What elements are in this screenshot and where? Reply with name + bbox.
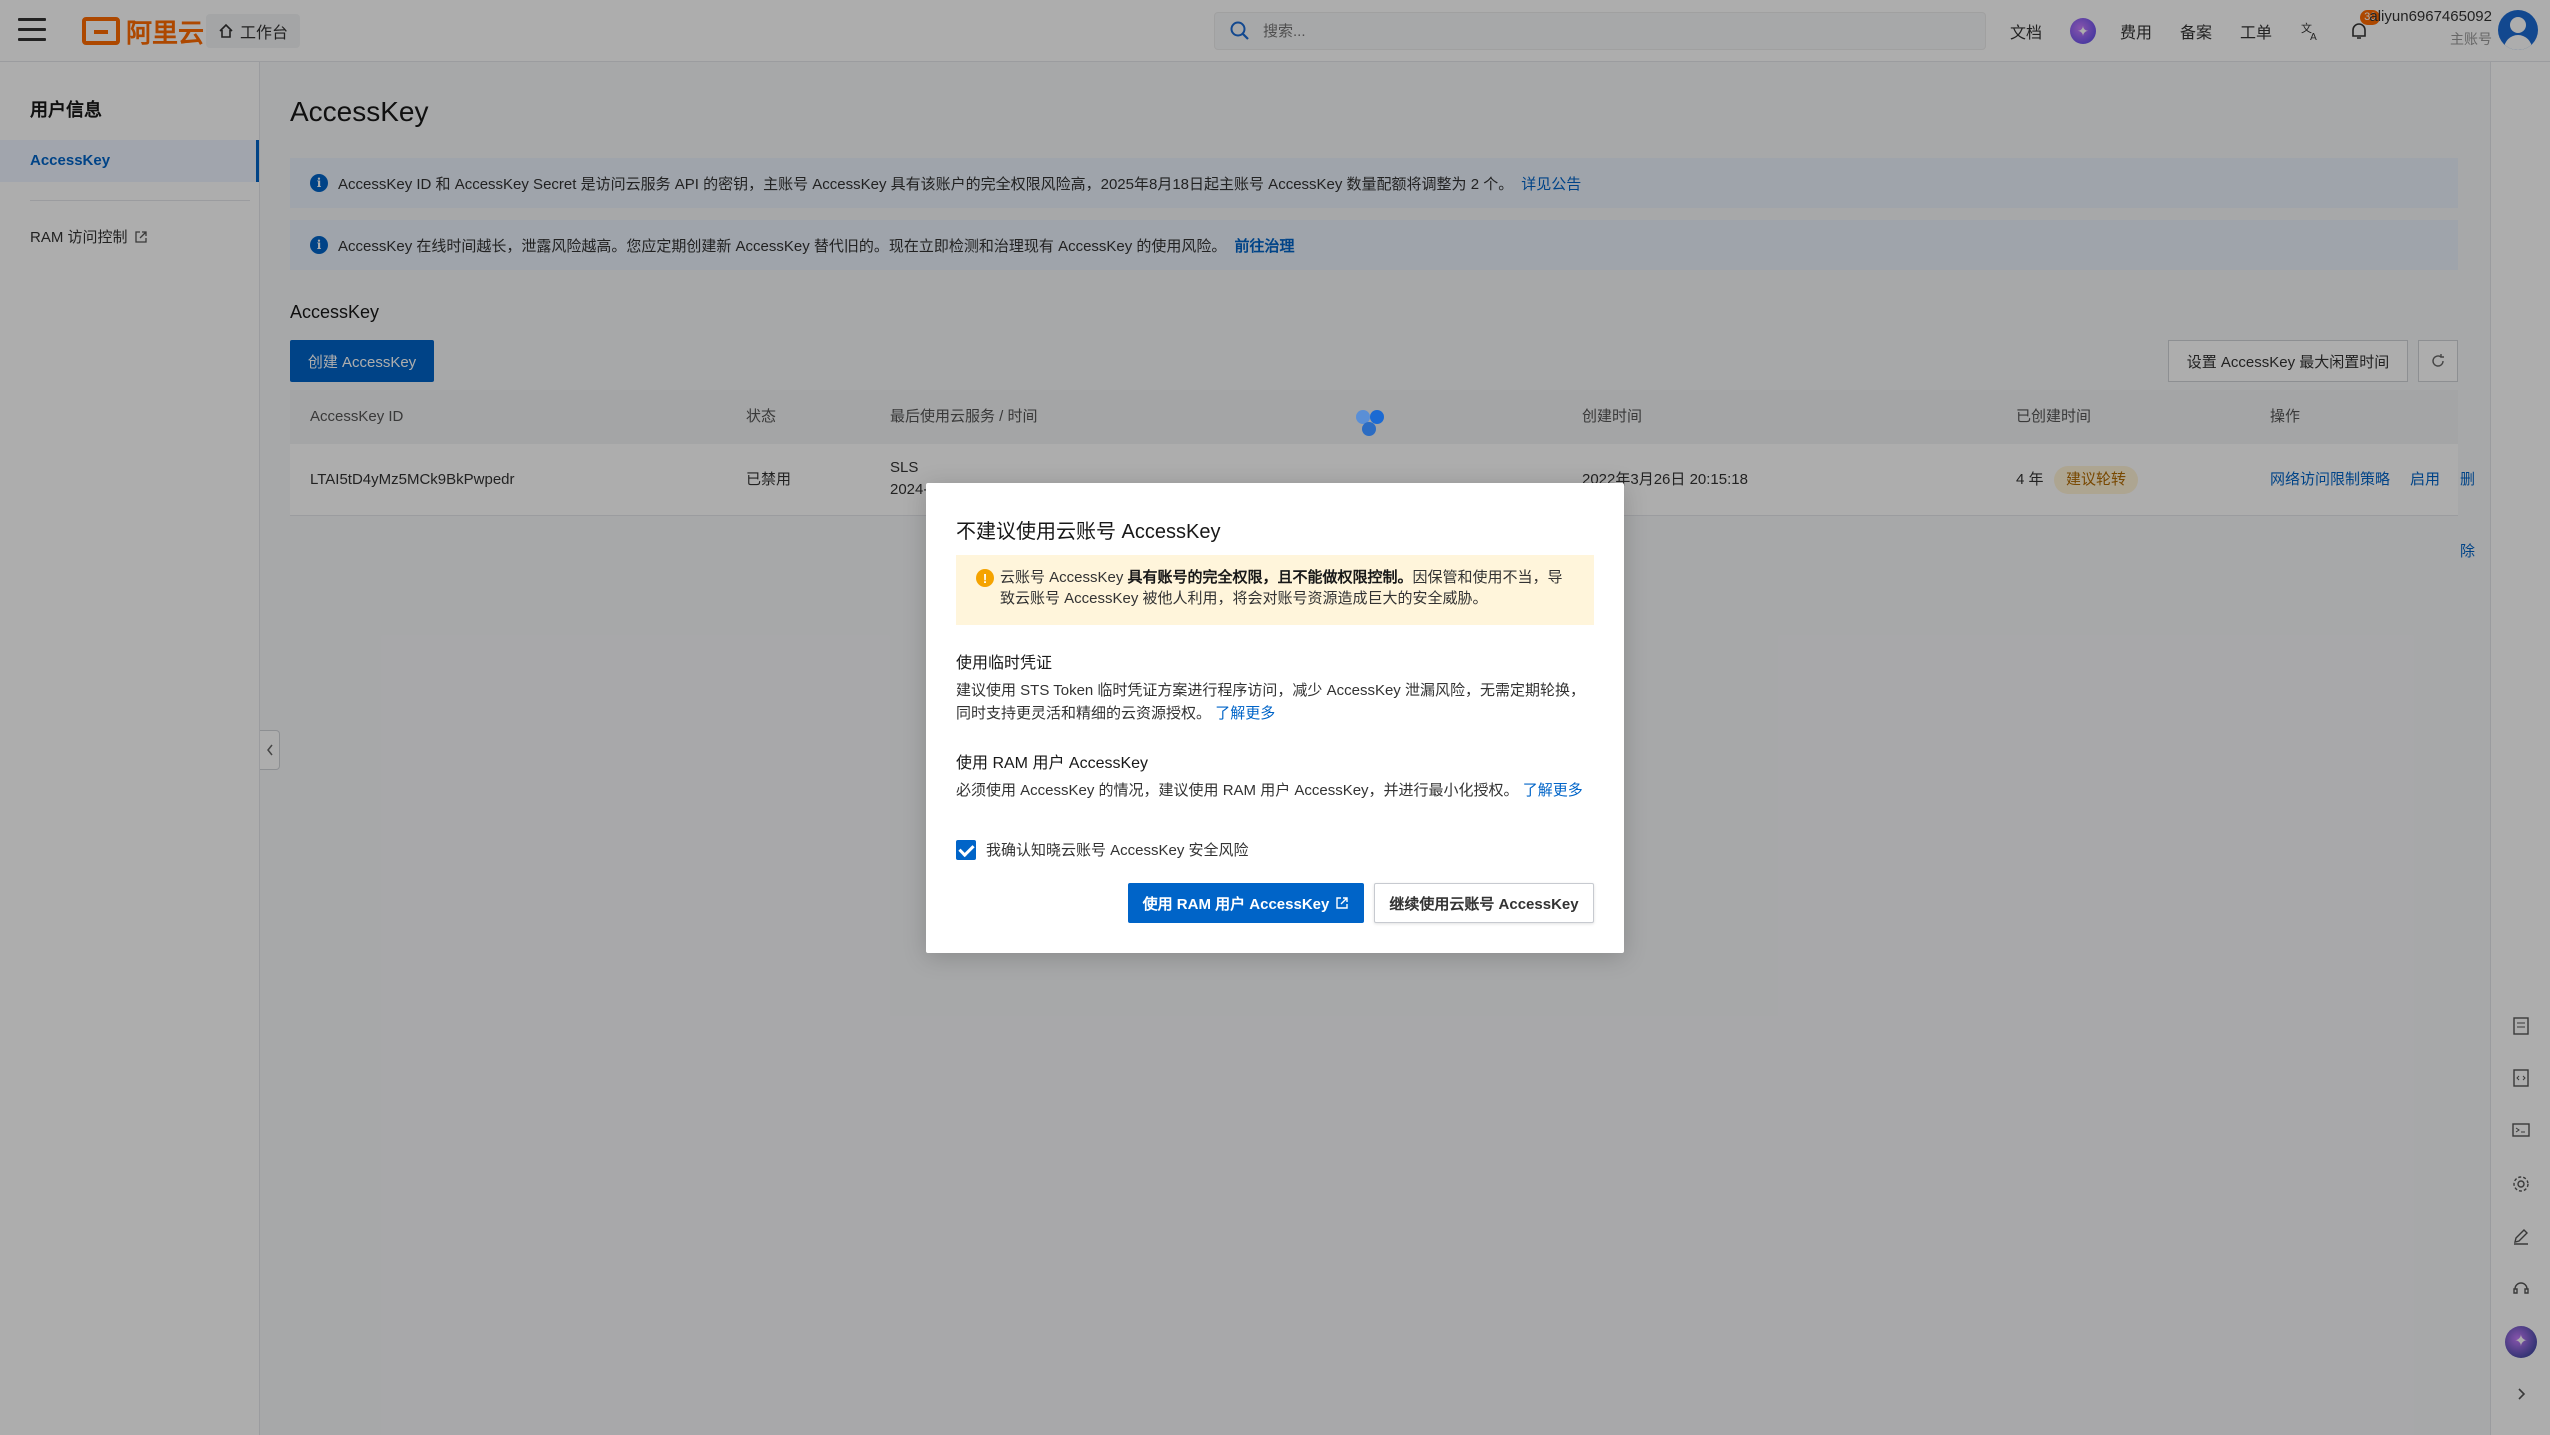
continue-root-accesskey-button[interactable]: 继续使用云账号 AccessKey (1374, 883, 1594, 923)
warning-prefix: 云账号 AccessKey (1000, 569, 1128, 586)
use-ram-accesskey-button[interactable]: 使用 RAM 用户 AccessKey (1128, 883, 1364, 923)
dialog-title: 不建议使用云账号 AccessKey (956, 521, 1221, 543)
acknowledge-checkbox[interactable] (956, 839, 976, 860)
security-warning-dialog: 不建议使用云账号 AccessKey ! 云账号 AccessKey 具有账号的… (926, 483, 1624, 953)
ram-section-text: 必须使用 AccessKey 的情况，建议使用 RAM 用户 AccessKey… (956, 779, 1596, 802)
warning-box: ! 云账号 AccessKey 具有账号的完全权限，且不能做权限控制。因保管和使… (956, 555, 1594, 625)
acknowledge-label: 我确认知晓云账号 AccessKey 安全风险 (986, 842, 1249, 859)
learn-more-ram-link[interactable]: 了解更多 (1523, 782, 1583, 799)
ram-description: 必须使用 AccessKey 的情况，建议使用 RAM 用户 AccessKey… (956, 782, 1519, 799)
loading-spinner-icon (1356, 406, 1396, 446)
acknowledge-checkbox-row[interactable]: 我确认知晓云账号 AccessKey 安全风险 (956, 839, 1249, 860)
external-link-icon (1336, 897, 1349, 909)
ram-section-title: 使用 RAM 用户 AccessKey (956, 755, 1149, 772)
warning-icon: ! (976, 569, 994, 587)
primary-button-label: 使用 RAM 用户 AccessKey (1142, 895, 1330, 913)
sts-section-title: 使用临时凭证 (956, 655, 1053, 672)
learn-more-sts-link[interactable]: 了解更多 (1215, 705, 1275, 722)
warning-bold: 具有账号的完全权限，且不能做权限控制。 (1127, 569, 1413, 586)
sts-section-text: 建议使用 STS Token 临时凭证方案进行程序访问，减少 AccessKey… (956, 679, 1596, 725)
